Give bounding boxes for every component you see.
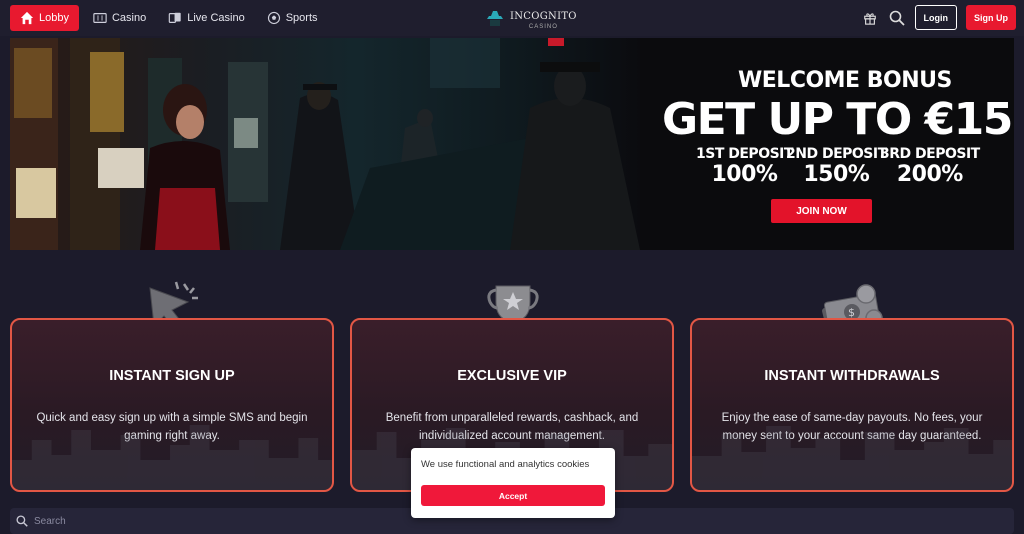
nav-lobby-label: Lobby (39, 12, 69, 24)
nav-casino[interactable]: Casino (85, 5, 154, 31)
top-navigation: Lobby Casino Live Casino Sports INCOGNIT… (0, 0, 1024, 36)
gift-button[interactable] (861, 9, 879, 27)
banner-image (10, 38, 640, 250)
deposit-3: 3RD DEPOSIT 200% (880, 146, 980, 187)
accept-cookies-button[interactable]: Accept (421, 485, 605, 506)
deposit-3-label: 3RD DEPOSIT (880, 146, 980, 162)
deposit-3-value: 200% (896, 162, 963, 187)
deposit-2: 2ND DEPOSIT 150% (786, 146, 887, 187)
nav-sports[interactable]: Sports (259, 5, 326, 31)
search-button[interactable] (888, 9, 906, 27)
nav-casino-label: Casino (111, 12, 147, 24)
home-icon (20, 11, 34, 25)
login-button[interactable]: Login (914, 5, 957, 30)
nav-sports-label: Sports (285, 12, 318, 24)
deposit-2-label: 2ND DEPOSIT (786, 146, 887, 162)
logo-subtitle: CASINO (528, 24, 558, 30)
feature-title: INSTANT SIGN UP (109, 368, 235, 384)
city-skyline-decoration (12, 425, 332, 490)
cookie-consent-dialog: We use functional and analytics cookies … (411, 448, 615, 518)
feature-title: INSTANT WITHDRAWALS (764, 368, 940, 384)
nav-live-casino-label: Live Casino (187, 12, 245, 24)
logo-title: INCOGNITO (510, 11, 577, 22)
search-icon (889, 10, 905, 26)
gift-icon (863, 12, 876, 25)
deposit-1-label: 1ST DEPOSIT (696, 146, 793, 162)
join-now-button[interactable]: JOIN NOW (771, 199, 872, 223)
feature-card-instant-withdrawals: INSTANT WITHDRAWALS Enjoy the ease of sa… (690, 318, 1014, 492)
banner-promo-text: WELCOME BONUS GET UP TO €1500 1ST DEPOSI… (640, 38, 1014, 250)
slot-machine-icon (93, 13, 107, 23)
search-input[interactable] (34, 515, 334, 527)
search-icon (16, 515, 28, 527)
deposit-1-value: 100% (711, 162, 778, 187)
city-skyline-decoration (692, 426, 1012, 490)
banner-headline: GET UP TO €1500 (662, 94, 1014, 145)
soccer-ball-icon (267, 11, 280, 25)
deposit-2-value: 150% (803, 162, 870, 187)
signup-button[interactable]: Sign Up (966, 5, 1016, 30)
nav-actions: Login Sign Up (861, 5, 1016, 30)
site-logo[interactable]: INCOGNITO CASINO (484, 6, 577, 30)
feature-title: EXCLUSIVE VIP (457, 368, 567, 384)
casino-scene-illustration (10, 38, 640, 250)
deposit-1: 1ST DEPOSIT 100% (696, 146, 793, 187)
banner-heading: WELCOME BONUS (738, 68, 952, 93)
nav-live-casino[interactable]: Live Casino (160, 5, 252, 31)
cookie-message: We use functional and analytics cookies (421, 459, 590, 470)
nav-lobby[interactable]: Lobby (10, 5, 79, 31)
logo-wordmark: INCOGNITO CASINO (510, 6, 577, 31)
welcome-bonus-banner[interactable]: WELCOME BONUS GET UP TO €1500 1ST DEPOSI… (10, 38, 1014, 250)
cards-icon (168, 12, 181, 23)
spy-hat-icon (487, 11, 503, 26)
nav-links: Lobby Casino Live Casino Sports (0, 5, 326, 31)
feature-card-instant-signup: INSTANT SIGN UP Quick and easy sign up w… (10, 318, 334, 492)
